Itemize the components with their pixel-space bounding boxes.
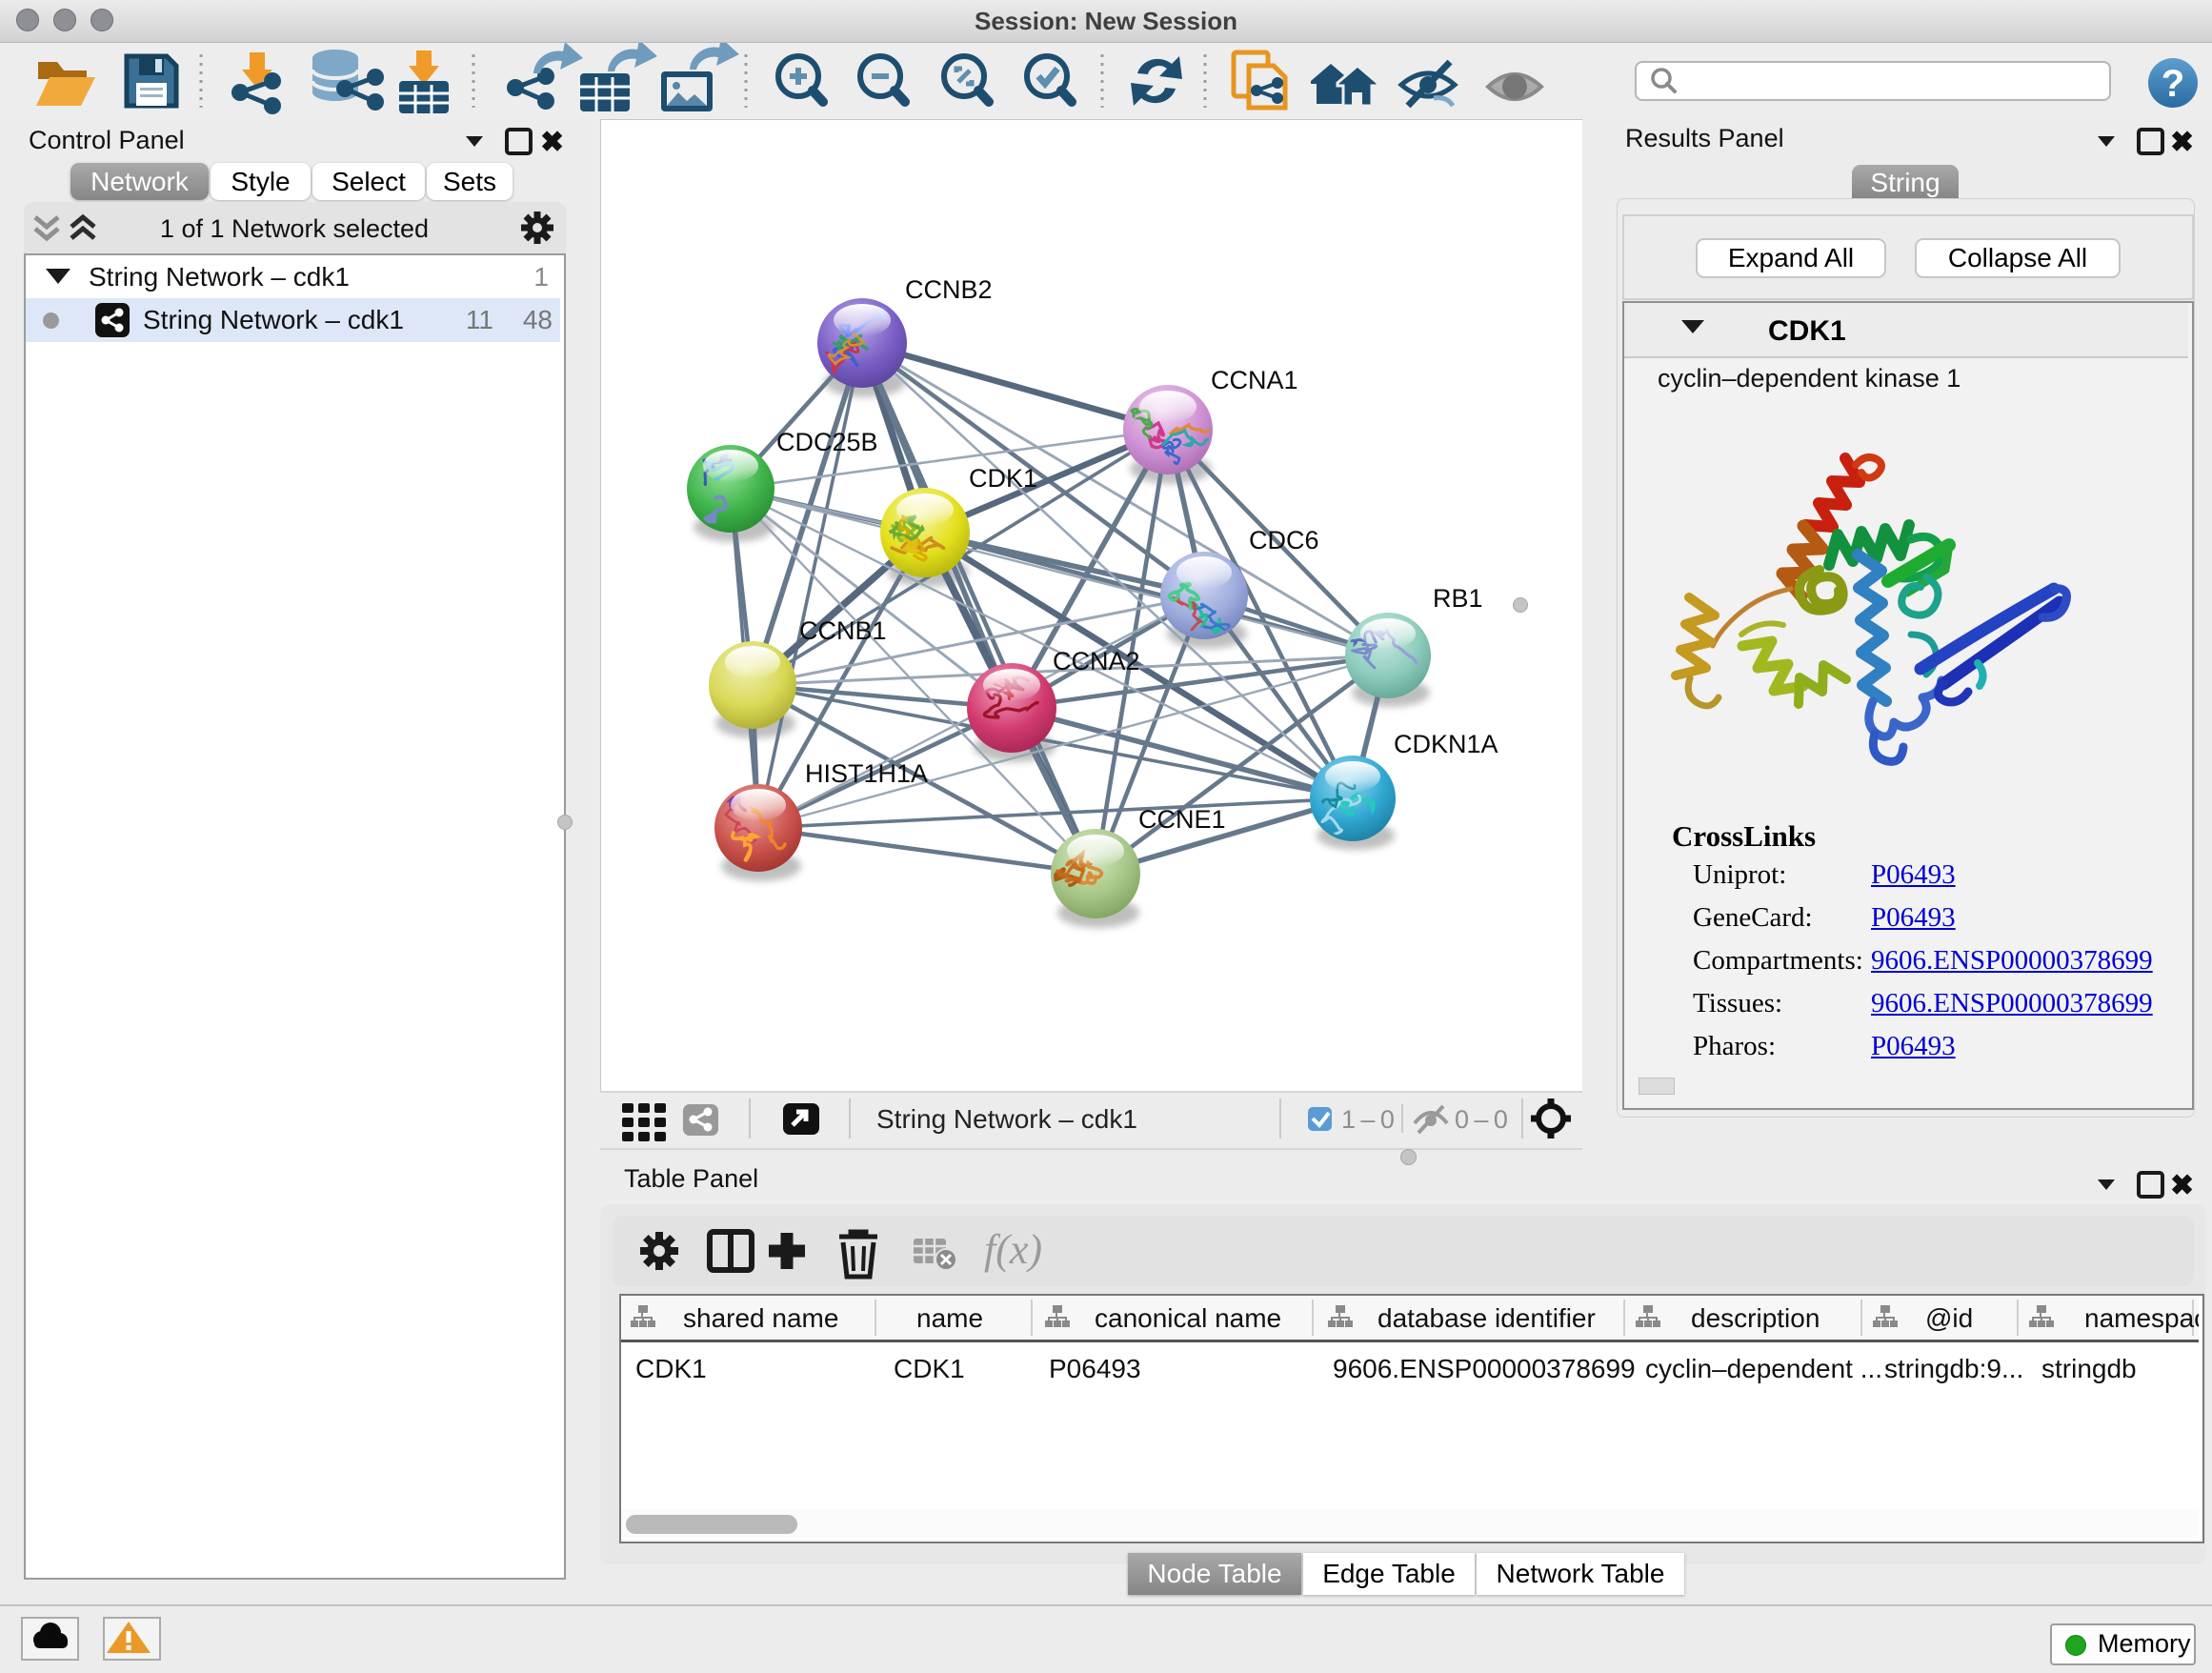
svg-text:namespac: namespac bbox=[2084, 1303, 2199, 1333]
svg-text:shared name: shared name bbox=[683, 1303, 838, 1333]
svg-text:CCNB2: CCNB2 bbox=[905, 275, 993, 304]
svg-text:CCNE1: CCNE1 bbox=[1138, 805, 1226, 834]
svg-text:stringdb:9...: stringdb:9... bbox=[1884, 1354, 2023, 1383]
svg-text:CCNA1: CCNA1 bbox=[1211, 366, 1298, 394]
svg-text:CDKN1A: CDKN1A bbox=[1394, 730, 1498, 758]
svg-text:description: description bbox=[1691, 1303, 1820, 1333]
svg-text:P06493: P06493 bbox=[1049, 1354, 1141, 1383]
svg-text:CDK1: CDK1 bbox=[635, 1354, 707, 1383]
svg-text:1 – 0: 1 – 0 bbox=[1341, 1105, 1395, 1134]
svg-text:database identifier: database identifier bbox=[1377, 1303, 1596, 1333]
svg-text:String Network – cdk1: String Network – cdk1 bbox=[876, 1104, 1137, 1134]
svg-text:9606.ENSP00000378699: 9606.ENSP00000378699 bbox=[1333, 1354, 1636, 1383]
svg-text:stringdb: stringdb bbox=[2041, 1354, 2137, 1383]
svg-text:CCNB1: CCNB1 bbox=[799, 616, 887, 645]
svg-text:RB1: RB1 bbox=[1433, 584, 1483, 613]
svg-text:CDK1: CDK1 bbox=[969, 464, 1037, 493]
svg-text:HIST1H1A: HIST1H1A bbox=[805, 759, 928, 788]
svg-text:CDK1: CDK1 bbox=[894, 1354, 965, 1383]
svg-text:CDC6: CDC6 bbox=[1249, 526, 1319, 554]
svg-text:0 – 0: 0 – 0 bbox=[1455, 1105, 1508, 1134]
svg-text:CDC25B: CDC25B bbox=[776, 428, 878, 456]
svg-text:?: ? bbox=[2162, 63, 2184, 105]
svg-text:cyclin–dependent ...: cyclin–dependent ... bbox=[1645, 1354, 1882, 1383]
svg-text:f(x): f(x) bbox=[984, 1226, 1042, 1273]
svg-text:canonical name: canonical name bbox=[1095, 1303, 1281, 1333]
svg-text:@id: @id bbox=[1925, 1303, 1973, 1333]
svg-text:CCNA2: CCNA2 bbox=[1053, 647, 1140, 675]
svg-text:name: name bbox=[916, 1303, 983, 1333]
svg-text:1 of 1 Network selected: 1 of 1 Network selected bbox=[160, 214, 429, 243]
